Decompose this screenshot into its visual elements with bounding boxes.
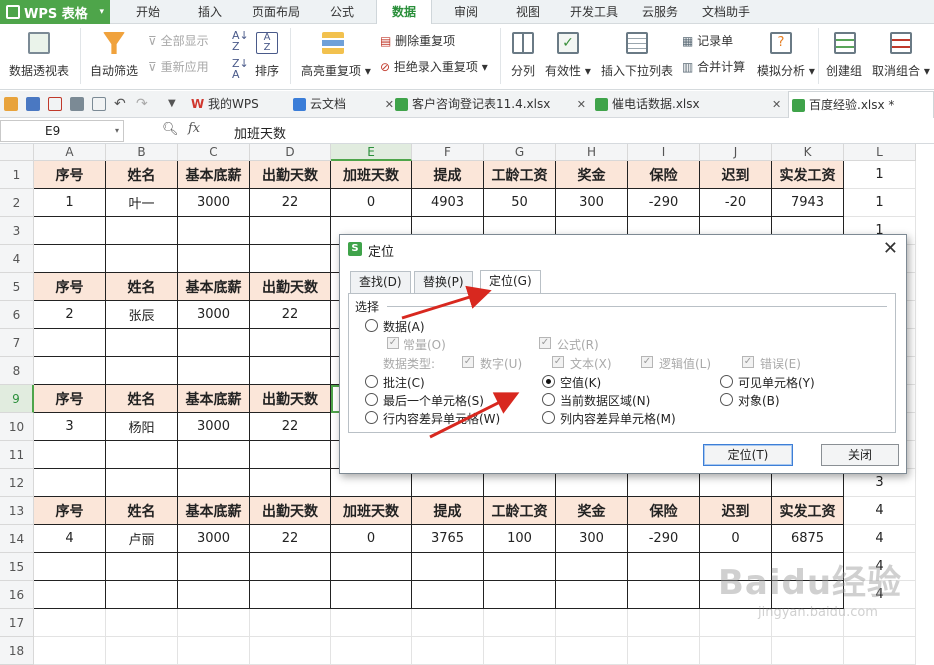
annotation-arrows: [401, 285, 520, 439]
arrow-to-locate-tab: [401, 285, 492, 320]
baidu-watermark: Baidu经验: [718, 563, 903, 603]
baidu-watermark-url: jingyan.baidu.com: [758, 605, 878, 620]
arrow-to-blank-option: [429, 392, 520, 439]
